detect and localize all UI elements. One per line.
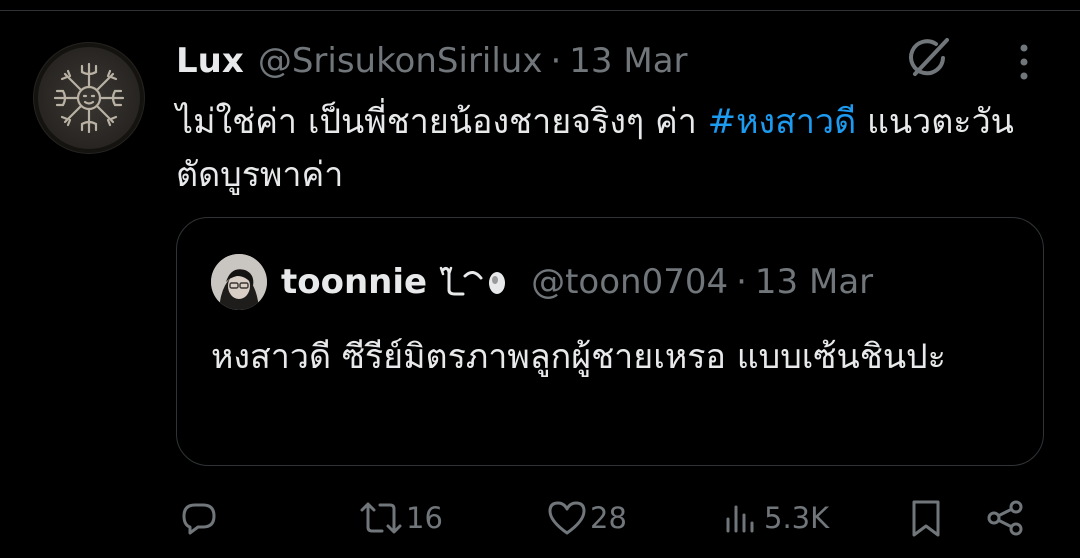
share-button[interactable]	[983, 496, 1027, 540]
like-button[interactable]: 28	[546, 496, 627, 540]
tweet-date[interactable]: 13 Mar	[569, 41, 687, 81]
hashtag-link[interactable]: #หงสาวดี	[708, 102, 857, 142]
quoted-author-handle[interactable]: @toon0704	[531, 262, 728, 302]
repost-icon	[360, 502, 402, 534]
quoted-header: toonnie @toon0704 · 13 Mar	[281, 256, 873, 308]
snail-emoji-icon	[437, 264, 513, 300]
bookmark-icon	[912, 500, 940, 537]
author-handle[interactable]: @SrisukonSirilux	[258, 41, 543, 81]
top-divider	[0, 10, 1080, 11]
quoted-tweet[interactable]: toonnie @toon0704 · 13 Mar หงสาวดี ซีรีย…	[176, 217, 1044, 466]
quoted-header-separator: ·	[736, 262, 747, 302]
reply-icon	[182, 503, 216, 535]
author-avatar[interactable]	[33, 42, 145, 154]
quoted-author-name[interactable]: toonnie	[281, 262, 427, 302]
header-separator: ·	[550, 41, 562, 81]
heart-icon	[548, 501, 586, 535]
views-count: 5.3K	[764, 501, 830, 535]
repost-button[interactable]: 16	[358, 496, 443, 540]
quoted-tweet-date[interactable]: 13 Mar	[755, 262, 873, 302]
tweet-header: Lux @SrisukonSirilux · 13 Mar	[176, 36, 688, 86]
more-icon[interactable]	[1004, 40, 1044, 84]
quoted-author-avatar[interactable]	[211, 254, 267, 310]
quoted-tweet-text: หงสาวดี ซีรีย์มิตรภาพลูกผู้ชายเหรอ แบบเซ…	[211, 337, 946, 377]
bookmark-button[interactable]	[906, 496, 946, 540]
views-icon	[726, 505, 754, 533]
author-name[interactable]: Lux	[176, 41, 244, 81]
grok-icon[interactable]	[903, 32, 955, 84]
repost-count: 16	[406, 501, 443, 535]
tweet-text-before: ไม่ใช่ค่า เป็นพี่ชายน้องชายจริงๆ ค่า	[176, 102, 708, 142]
like-count: 28	[590, 501, 627, 535]
views-button[interactable]: 5.3K	[722, 496, 829, 540]
share-icon	[987, 500, 1023, 536]
reply-button[interactable]	[178, 496, 222, 540]
tweet-text: ไม่ใช่ค่า เป็นพี่ชายน้องชายจริงๆ ค่า #หง…	[176, 96, 1056, 202]
